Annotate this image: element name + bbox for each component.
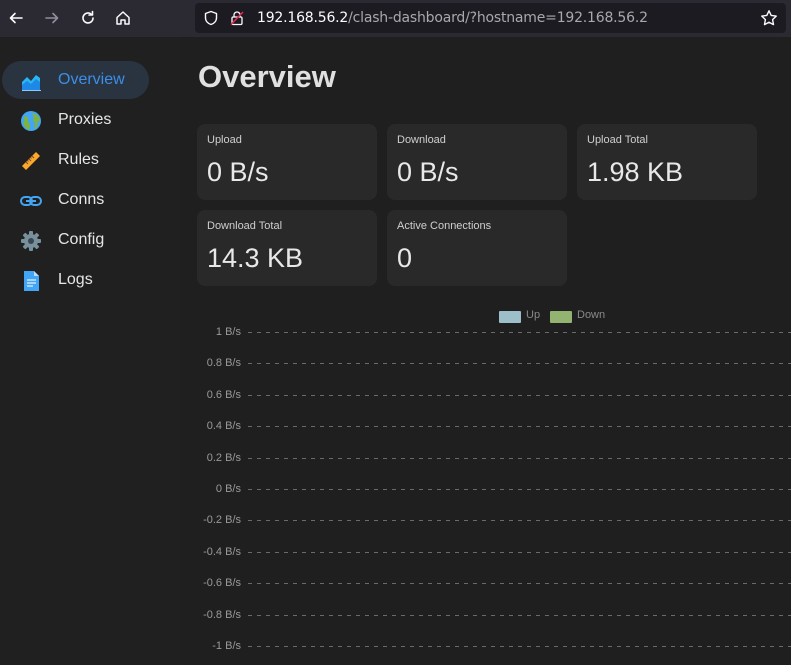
insecure-lock-icon[interactable] <box>229 10 245 26</box>
sidebar-item-label: Proxies <box>58 111 112 128</box>
shield-icon[interactable] <box>203 10 219 26</box>
browser-toolbar: 192.168.56.2/clash-dashboard/?hostname=1… <box>0 0 791 37</box>
sidebar-item-conns[interactable]: Conns <box>2 181 149 219</box>
back-button[interactable] <box>6 8 26 28</box>
area-chart-icon <box>22 75 41 91</box>
bookmark-star-icon[interactable] <box>760 9 778 27</box>
reload-icon <box>82 10 94 24</box>
sidebar-item-label: Rules <box>58 151 99 168</box>
forward-button[interactable] <box>42 8 62 28</box>
sidebar-item-config[interactable]: Config <box>2 221 149 259</box>
arrow-left-icon <box>9 12 23 24</box>
sidebar-item-overview[interactable]: Overview <box>2 61 149 99</box>
sidebar-item-label: Overview <box>58 71 125 88</box>
chart-grid <box>248 332 791 647</box>
sidebar-item-logs[interactable]: Logs <box>2 261 149 299</box>
url-path: /clash-dashboard/?hostname=192.168.56.2 <box>348 10 648 26</box>
link-icon <box>20 196 42 206</box>
sidebar-item-label: Conns <box>58 191 105 208</box>
sidebar-item-label: Config <box>58 231 105 248</box>
url-host: 192.168.56.2 <box>257 10 349 26</box>
gear-icon <box>21 231 41 251</box>
main-content: Overview Upload 0 B/s Download 0 B/s Upl… <box>180 37 791 665</box>
document-icon <box>24 271 39 291</box>
sidebar-item-label: Logs <box>58 271 93 288</box>
sidebar: Overview Proxies Rules Conns Config Logs <box>0 37 180 665</box>
ruler-icon <box>22 152 40 170</box>
arrow-right-icon <box>45 12 59 24</box>
sidebar-item-proxies[interactable]: Proxies <box>2 101 149 139</box>
home-button[interactable] <box>113 8 133 28</box>
sidebar-item-rules[interactable]: Rules <box>2 141 149 179</box>
globe-icon <box>21 111 41 131</box>
url-text[interactable]: 192.168.56.2/clash-dashboard/?hostname=1… <box>257 10 648 26</box>
address-bar[interactable]: 192.168.56.2/clash-dashboard/?hostname=1… <box>195 3 786 33</box>
reload-button[interactable] <box>78 8 98 28</box>
home-icon <box>116 11 130 25</box>
